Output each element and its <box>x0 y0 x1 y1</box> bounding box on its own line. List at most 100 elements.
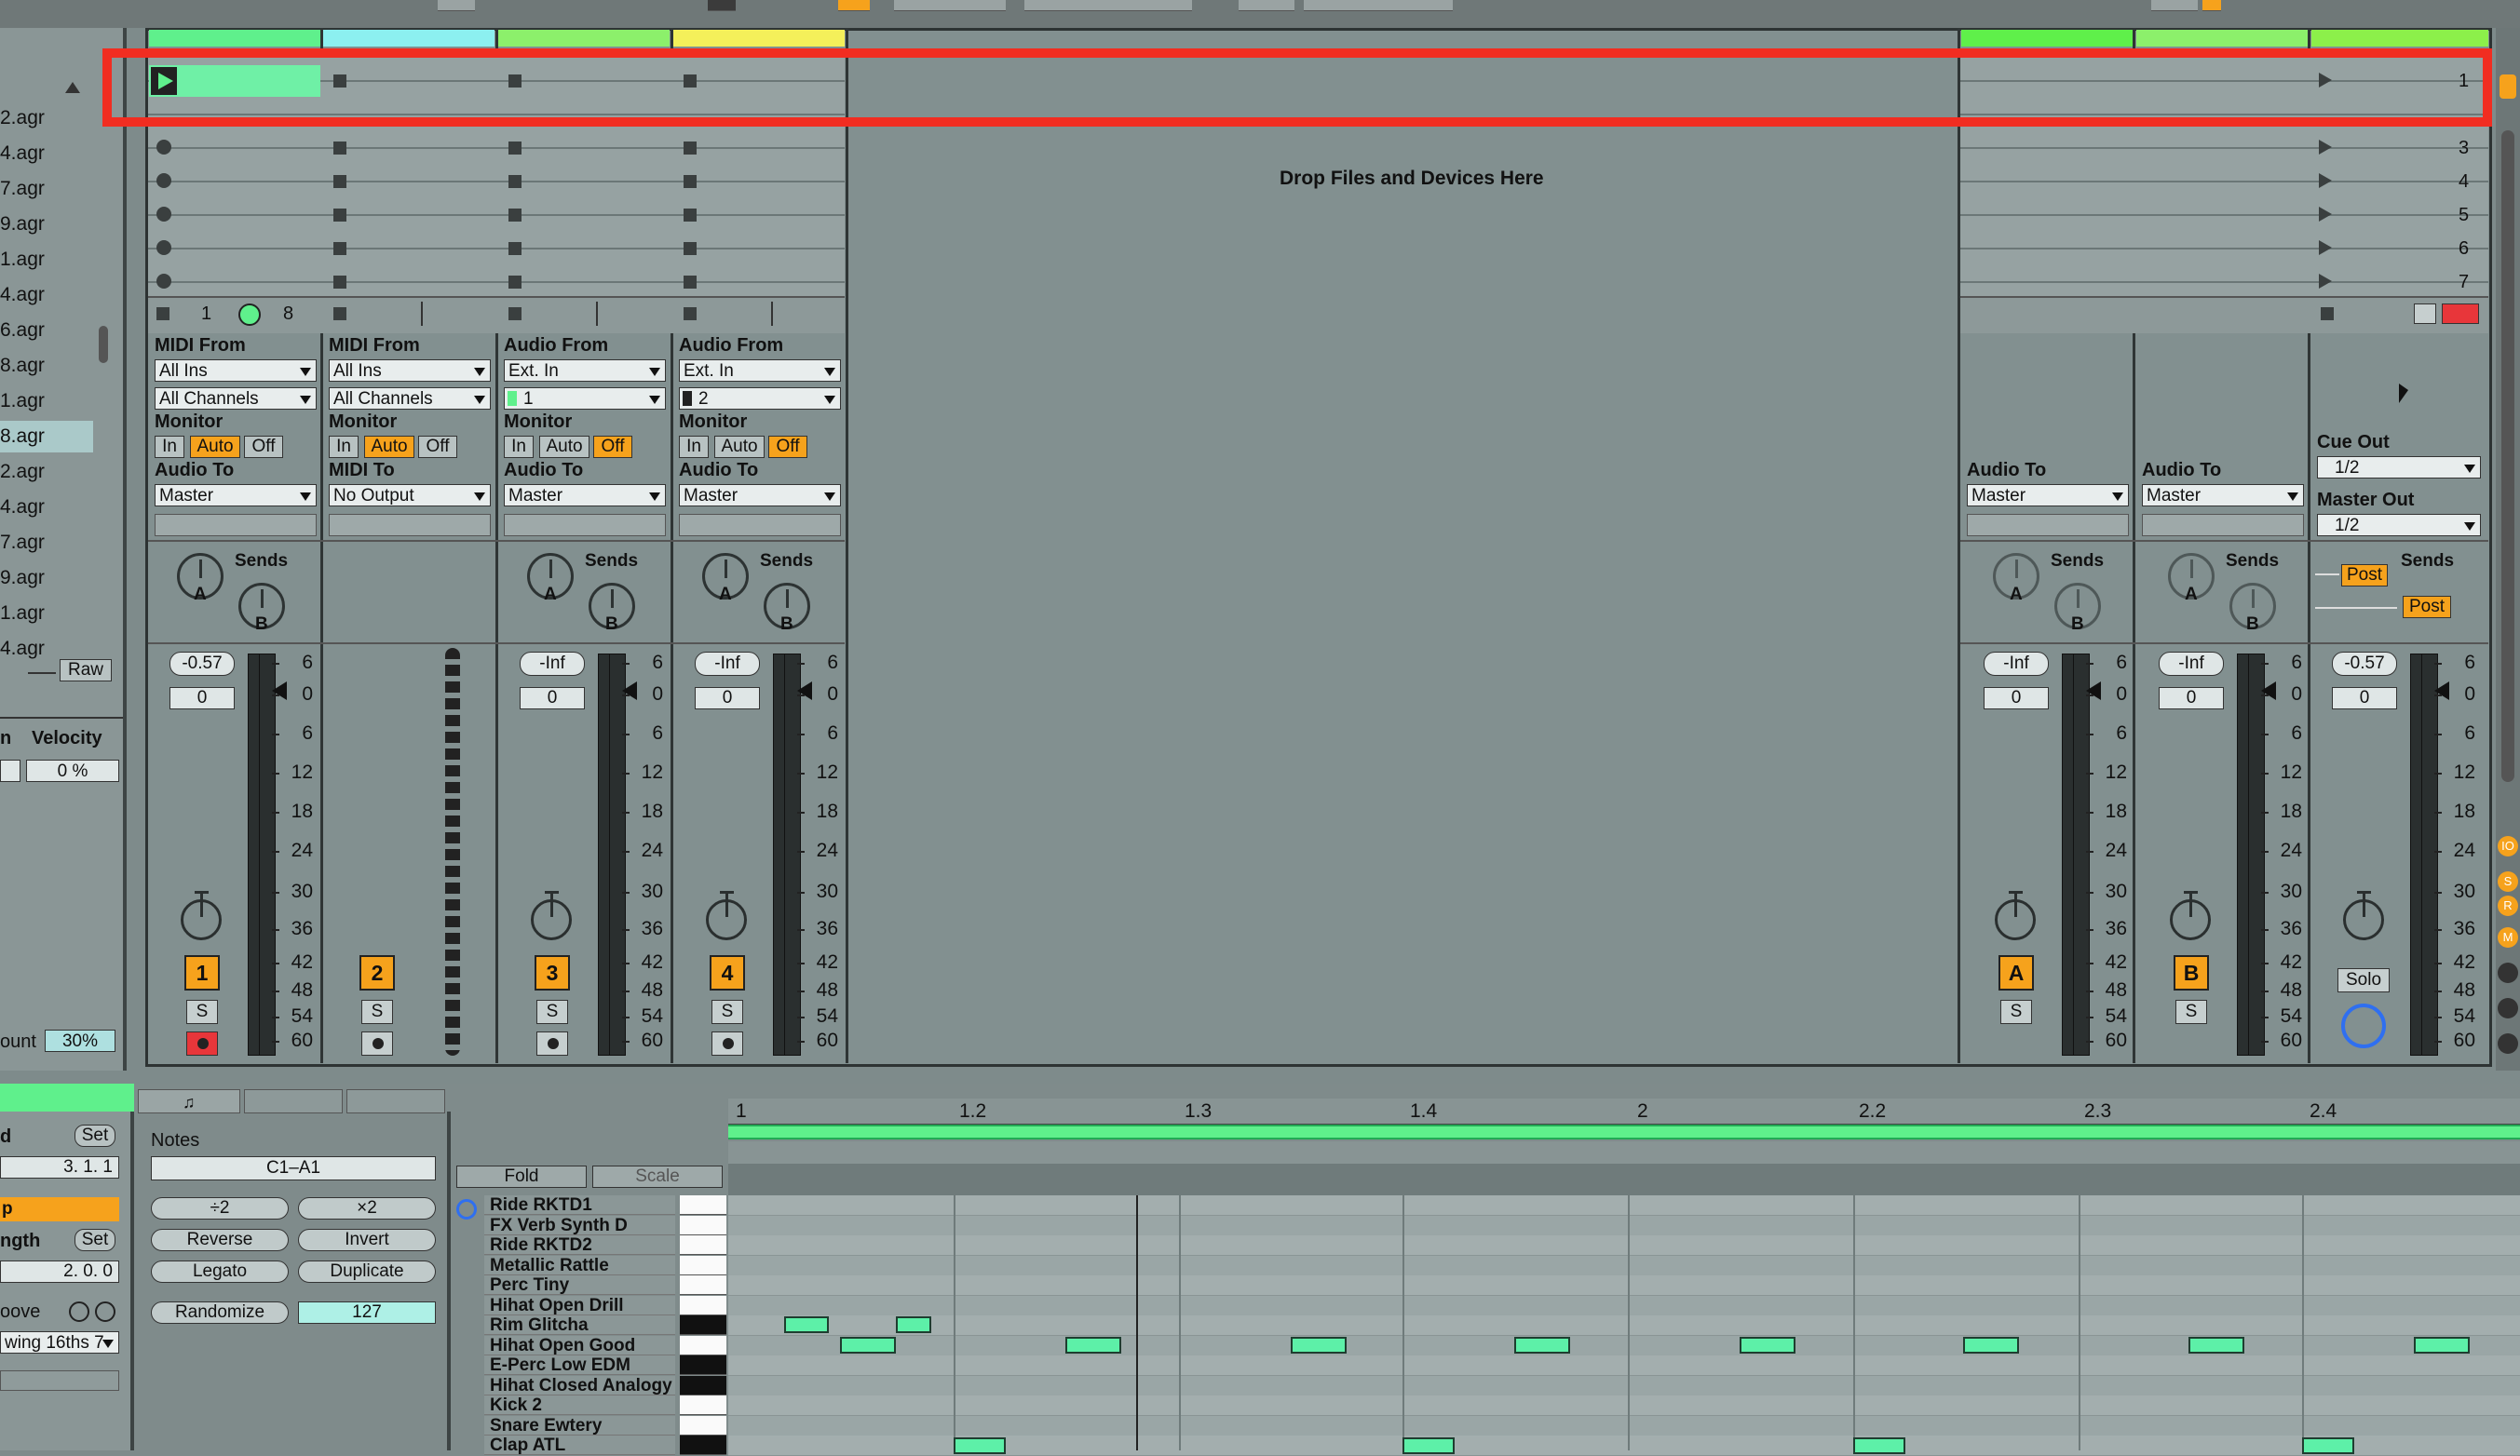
track-stop-icon[interactable] <box>508 307 522 320</box>
input-channel-dropdown[interactable]: All Channels <box>329 387 491 410</box>
toolbar-button[interactable] <box>894 0 1006 11</box>
monitor-auto-button[interactable]: Auto <box>539 436 589 458</box>
track-activator-button[interactable]: 3 <box>535 955 570 991</box>
stop-all-clips-icon[interactable] <box>2321 307 2334 320</box>
clip-stop-icon[interactable] <box>333 276 346 289</box>
file-item[interactable]: 6.agr <box>0 315 93 346</box>
pan-dial[interactable] <box>531 899 572 940</box>
velocity-field-left[interactable] <box>0 760 20 782</box>
midi-note[interactable] <box>1963 1337 2019 1354</box>
note-lane[interactable] <box>728 1355 2520 1376</box>
file-item[interactable]: 1.agr <box>0 598 93 629</box>
pan-value[interactable]: 0 <box>169 687 235 709</box>
monitor-off-button[interactable]: Off <box>418 436 457 458</box>
track-activator-button[interactable]: 2 <box>359 955 395 991</box>
piano-key[interactable] <box>680 1376 726 1395</box>
record-dot-icon[interactable] <box>156 207 171 222</box>
file-item[interactable]: 9.agr <box>0 209 93 240</box>
monitor-auto-button[interactable]: Auto <box>190 436 240 458</box>
piano-key[interactable] <box>680 1275 726 1295</box>
monitor-off-button[interactable]: Off <box>244 436 283 458</box>
midi-note[interactable] <box>2302 1437 2354 1454</box>
monitor-auto-button[interactable]: Auto <box>714 436 765 458</box>
scene-launch-icon[interactable] <box>2319 274 2332 289</box>
midi-note[interactable] <box>2414 1337 2470 1354</box>
track-header-2[interactable] <box>323 30 495 47</box>
stop-button[interactable] <box>708 0 736 11</box>
note-lane[interactable] <box>728 1336 2520 1356</box>
midi-note[interactable] <box>1740 1337 1795 1354</box>
returns-toggle-icon[interactable]: R <box>2498 896 2518 916</box>
track-stop-icon[interactable] <box>684 307 697 320</box>
clip-stop-icon[interactable] <box>508 276 522 289</box>
pan-value[interactable]: 0 <box>2332 687 2397 709</box>
volume-value[interactable]: -0.57 <box>169 652 235 676</box>
arm-button[interactable] <box>711 1031 743 1056</box>
solo-button[interactable]: S <box>361 1000 393 1024</box>
note-lane-name[interactable]: FX Verb Synth D <box>484 1216 675 1235</box>
file-item[interactable]: 4.agr <box>0 492 93 523</box>
pan-value[interactable]: 0 <box>1984 687 2049 709</box>
file-item[interactable]: 9.agr <box>0 562 93 594</box>
arm-button[interactable] <box>361 1031 393 1056</box>
input-type-dropdown[interactable]: Ext. In <box>679 359 841 382</box>
monitor-in-button[interactable]: In <box>155 436 184 458</box>
post-button-b[interactable]: Post <box>2403 596 2451 618</box>
session-scrollbar[interactable] <box>2501 130 2514 782</box>
piano-key[interactable] <box>680 1395 726 1415</box>
post-button-a[interactable]: Post <box>2341 564 2388 586</box>
note-lane[interactable] <box>728 1395 2520 1416</box>
note-lane[interactable] <box>728 1256 2520 1276</box>
raw-button[interactable]: Raw <box>60 659 112 681</box>
piano-key[interactable] <box>680 1256 726 1275</box>
pan-dial[interactable] <box>2343 899 2384 940</box>
track-activator-button[interactable]: 4 <box>710 955 745 991</box>
arm-button[interactable] <box>536 1031 568 1056</box>
halve-button[interactable]: ÷2 <box>151 1197 289 1220</box>
clip-stop-icon[interactable] <box>684 175 697 188</box>
output-channel-dropdown[interactable] <box>679 514 841 536</box>
mixer-toggle-icon[interactable]: M <box>2498 927 2518 948</box>
scene-button[interactable] <box>2414 303 2436 324</box>
file-item[interactable]: 2.agr <box>0 456 93 488</box>
monitor-in-button[interactable]: In <box>329 436 359 458</box>
midi-note[interactable] <box>840 1337 896 1354</box>
clip-stop-icon[interactable] <box>684 276 697 289</box>
note-lane[interactable] <box>728 1275 2520 1296</box>
note-lane[interactable] <box>728 1376 2520 1396</box>
return-header-b[interactable] <box>2136 30 2308 47</box>
length-field[interactable]: 2. 0. 0 <box>0 1261 119 1283</box>
track-activator-button[interactable]: 1 <box>184 955 220 991</box>
master-out-dropdown[interactable]: 1/2 <box>2317 514 2481 536</box>
file-item[interactable]: 7.agr <box>0 527 93 559</box>
master-header[interactable] <box>2311 30 2488 47</box>
track-header-3[interactable] <box>498 30 670 47</box>
file-item[interactable]: 2.agr <box>0 102 93 134</box>
solo-button[interactable]: S <box>186 1000 218 1024</box>
browser-scrollbar[interactable] <box>99 326 108 363</box>
sends-toggle-icon[interactable]: S <box>2498 871 2518 892</box>
note-lane-name[interactable]: Ride RKTD2 <box>484 1235 675 1255</box>
note-lane-name[interactable]: Snare Ewtery <box>484 1416 675 1436</box>
output-dropdown[interactable]: Master <box>2142 484 2304 506</box>
tab-sample[interactable] <box>346 1089 445 1113</box>
note-lane-name[interactable]: Hihat Closed Analogy <box>484 1376 675 1395</box>
volume-value[interactable]: -Inf <box>1984 652 2049 676</box>
solo-button[interactable]: Solo <box>2337 968 2390 992</box>
clip-stop-icon[interactable] <box>333 142 346 155</box>
output-dropdown[interactable]: Master <box>1967 484 2129 506</box>
output-channel-dropdown[interactable] <box>155 514 317 536</box>
note-lane-name[interactable]: Ride RKTD1 <box>484 1195 675 1215</box>
output-dropdown[interactable]: No Output <box>329 484 491 506</box>
legato-button[interactable]: Legato <box>151 1261 289 1283</box>
toolbar-field[interactable] <box>1304 0 1453 11</box>
monitor-auto-button[interactable]: Auto <box>364 436 414 458</box>
note-lane[interactable] <box>728 1195 2520 1216</box>
piano-key[interactable] <box>680 1315 726 1335</box>
note-lane[interactable] <box>728 1416 2520 1436</box>
blank-dropdown[interactable] <box>0 1370 119 1391</box>
file-item[interactable]: 7.agr <box>0 173 93 205</box>
clip-stop-icon[interactable] <box>508 242 522 255</box>
solo-button[interactable]: S <box>2175 1000 2207 1024</box>
note-lane[interactable] <box>728 1216 2520 1236</box>
